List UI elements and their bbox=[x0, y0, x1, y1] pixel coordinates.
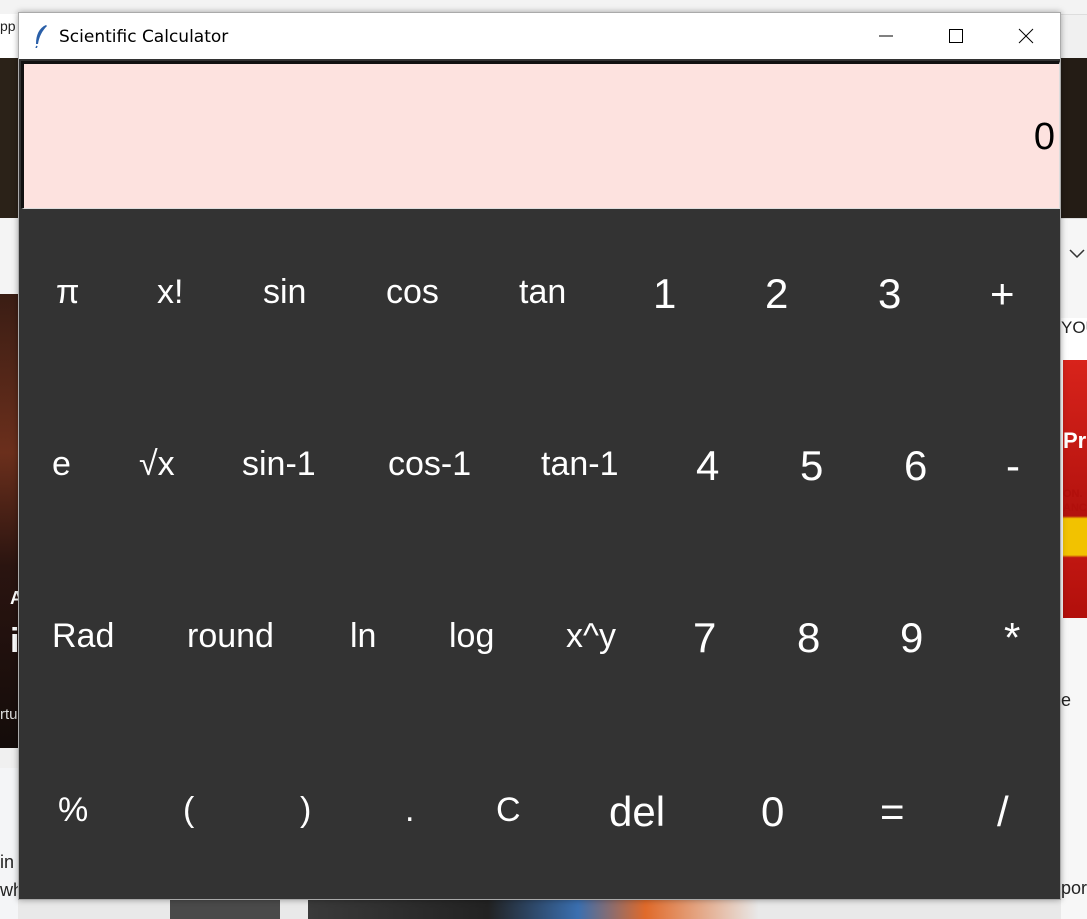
euler-key[interactable]: e bbox=[52, 447, 71, 481]
digit-3-key[interactable]: 3 bbox=[878, 273, 901, 315]
sin-key[interactable]: sin bbox=[263, 275, 306, 309]
digit-7-key[interactable]: 7 bbox=[693, 617, 716, 659]
delete-key[interactable]: del bbox=[609, 791, 665, 833]
minimize-icon bbox=[879, 35, 893, 37]
background-text: A bbox=[10, 588, 18, 608]
digit-9-key[interactable]: 9 bbox=[900, 617, 923, 659]
power-key[interactable]: x^y bbox=[566, 619, 616, 653]
background-text: Pro bbox=[1063, 428, 1087, 453]
background-text: e bbox=[1061, 690, 1072, 710]
clear-key[interactable]: C bbox=[496, 793, 521, 827]
keypad: π x! sin cos tan 1 2 3 + e √x sin-1 cos-… bbox=[19, 209, 1060, 899]
percent-key[interactable]: % bbox=[58, 793, 88, 827]
digit-4-key[interactable]: 4 bbox=[696, 445, 719, 487]
background-image bbox=[0, 58, 18, 218]
background-text: por bbox=[1061, 878, 1087, 898]
round-key[interactable]: round bbox=[187, 619, 274, 653]
digit-0-key[interactable]: 0 bbox=[761, 791, 784, 833]
digit-8-key[interactable]: 8 bbox=[797, 617, 820, 659]
background-text: ON. bbox=[1063, 488, 1083, 500]
cos-key[interactable]: cos bbox=[386, 275, 439, 309]
calculator-display[interactable]: 0 bbox=[21, 61, 1060, 209]
background-text: wh bbox=[0, 880, 18, 900]
display-value: 0 bbox=[1033, 116, 1055, 158]
ln-key[interactable]: ln bbox=[350, 619, 376, 653]
digit-1-key[interactable]: 1 bbox=[653, 273, 676, 315]
close-button[interactable] bbox=[991, 13, 1061, 59]
chevron-down-icon bbox=[1069, 249, 1085, 259]
factorial-key[interactable]: x! bbox=[157, 275, 183, 309]
title-bar[interactable]: Scientific Calculator bbox=[19, 13, 1060, 59]
sqrt-key[interactable]: √x bbox=[139, 447, 175, 481]
background-panel bbox=[1061, 618, 1087, 919]
background-text: ANCE bbox=[1063, 502, 1087, 514]
close-paren-key[interactable]: ) bbox=[300, 793, 311, 827]
background-text: pp bbox=[0, 18, 16, 34]
digit-5-key[interactable]: 5 bbox=[800, 445, 823, 487]
decimal-key[interactable]: . bbox=[405, 793, 414, 827]
feather-icon bbox=[35, 25, 47, 48]
acos-key[interactable]: cos-1 bbox=[388, 447, 471, 481]
background-text: rtu bbox=[0, 706, 18, 723]
digit-6-key[interactable]: 6 bbox=[904, 445, 927, 487]
equals-key[interactable]: = bbox=[880, 791, 905, 833]
minimize-button[interactable] bbox=[851, 13, 921, 59]
atan-key[interactable]: tan-1 bbox=[541, 447, 619, 481]
maximize-icon bbox=[949, 29, 963, 43]
asin-key[interactable]: sin-1 bbox=[242, 447, 316, 481]
background-text: YOU bbox=[1061, 318, 1087, 337]
calculator-window: Scientific Calculator 0 π x! sin cos tan… bbox=[18, 12, 1061, 900]
close-icon bbox=[1018, 28, 1034, 44]
subtract-key[interactable]: - bbox=[1006, 445, 1020, 487]
maximize-button[interactable] bbox=[921, 13, 991, 59]
background-text: i bbox=[10, 622, 18, 660]
background-panel bbox=[0, 218, 18, 294]
log-key[interactable]: log bbox=[449, 619, 494, 653]
background-image bbox=[1061, 58, 1087, 218]
open-paren-key[interactable]: ( bbox=[183, 793, 194, 827]
divide-key[interactable]: / bbox=[997, 791, 1009, 833]
add-key[interactable]: + bbox=[990, 273, 1015, 315]
background-dropdown bbox=[1061, 218, 1087, 319]
background-image bbox=[0, 294, 18, 748]
background-image bbox=[308, 900, 758, 919]
pi-key[interactable]: π bbox=[56, 275, 79, 309]
digit-2-key[interactable]: 2 bbox=[765, 273, 788, 315]
tan-key[interactable]: tan bbox=[519, 275, 566, 309]
window-title: Scientific Calculator bbox=[59, 27, 229, 47]
rad-key[interactable]: Rad bbox=[52, 619, 114, 653]
multiply-key[interactable]: * bbox=[1004, 617, 1020, 659]
background-image bbox=[170, 900, 280, 919]
background-text: in bbox=[0, 852, 15, 872]
